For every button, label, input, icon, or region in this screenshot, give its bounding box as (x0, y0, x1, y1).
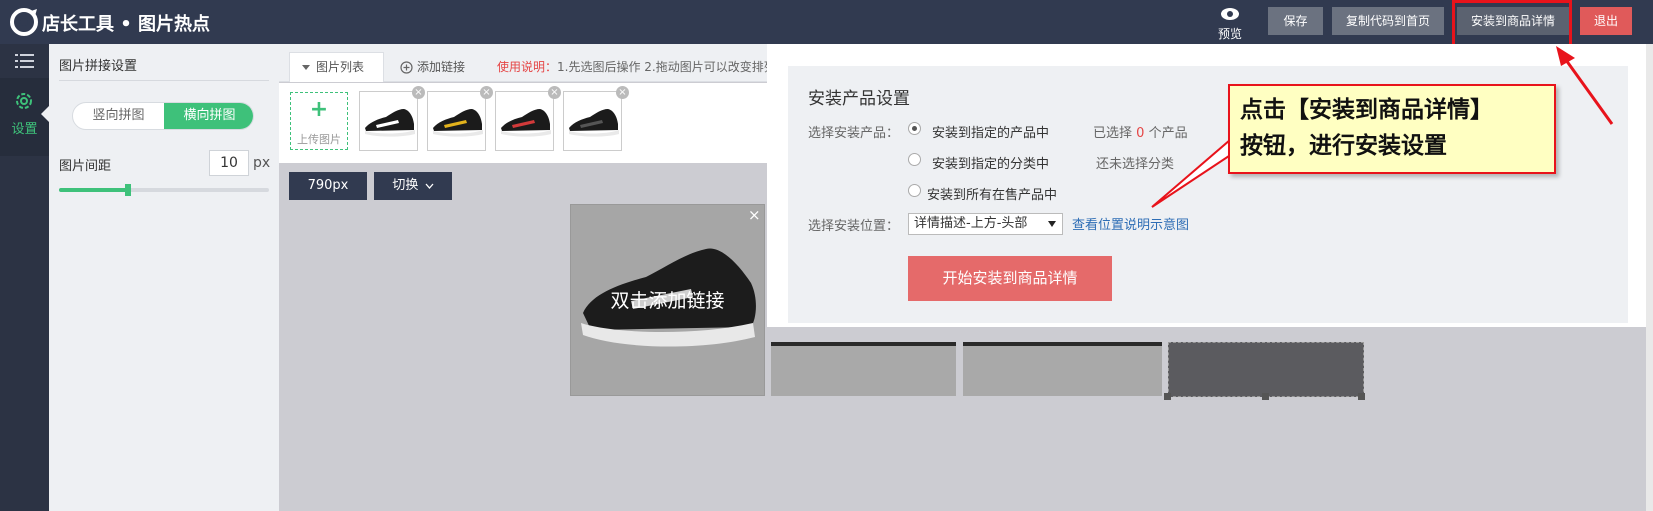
remove-thumbnail-button[interactable]: × (480, 86, 493, 99)
app-title: 店长工具 • 图片热点 (42, 14, 211, 35)
exit-button[interactable]: 退出 (1580, 7, 1632, 35)
resize-handle[interactable] (1358, 393, 1365, 400)
canvas-image-4-selected[interactable] (1168, 342, 1364, 397)
thumbnail-shoe-black-red[interactable] (495, 91, 554, 151)
tab-image-list[interactable]: 图片列表 (289, 52, 384, 82)
resize-handle[interactable] (1262, 393, 1269, 400)
plus-icon: + (309, 97, 329, 122)
save-button[interactable]: 保存 (1268, 7, 1323, 35)
sneaker-thumbnail (365, 109, 415, 137)
copy-code-button[interactable]: 复制代码到首页 (1332, 7, 1444, 35)
image-close-button[interactable]: × (748, 206, 761, 224)
radio-products[interactable] (908, 122, 921, 135)
tab-image-list-label: 图片列表 (316, 60, 365, 74)
upload-image-button[interactable]: + 上传图片 (290, 92, 348, 150)
divider (59, 80, 269, 81)
layout-mode-toggle: 竖向拼图 横向拼图 (72, 102, 254, 130)
preview-button[interactable]: 预览 (1210, 5, 1250, 41)
gap-label: 图片间距 (59, 159, 112, 174)
remove-thumbnail-button[interactable]: × (548, 86, 561, 99)
position-select[interactable]: 详情描述-上方-头部 (908, 213, 1063, 235)
app-logo-icon (9, 7, 39, 37)
thumbnail-shoe-black-dark[interactable] (563, 91, 622, 151)
callout-text: 点击【安装到商品详情】 按钮，进行安装设置 (1240, 92, 1550, 164)
start-install-button[interactable]: 开始安装到商品详情 (908, 256, 1112, 301)
chevron-down-icon (425, 183, 434, 189)
install-button-highlight (1452, 0, 1572, 48)
selected-suffix: 个产品 (1148, 126, 1188, 141)
selected-products-count: 已选择 0 个产品 (1093, 122, 1188, 141)
vertical-mode-option[interactable]: 竖向拼图 (73, 103, 164, 129)
radio-all-products[interactable] (908, 184, 921, 197)
list-menu-button[interactable] (0, 44, 49, 78)
canvas-image-3[interactable] (963, 342, 1162, 396)
usage-text: 1.先选图后操作 2.拖动图片可以改变排列 (557, 60, 776, 74)
option-all-products[interactable]: 安装到所有在售产品中 (927, 184, 1057, 203)
product-select-label: 选择安装产品： (808, 126, 900, 141)
gap-unit: px (253, 155, 271, 171)
install-settings-title: 安装产品设置 (808, 89, 910, 109)
position-help-link[interactable]: 查看位置说明示意图 (1072, 214, 1189, 233)
preview-label: 预览 (1217, 27, 1242, 41)
remove-thumbnail-button[interactable]: × (616, 86, 629, 99)
eye-icon (1221, 8, 1239, 20)
sneaker-thumbnail (569, 109, 619, 137)
radio-category[interactable] (908, 153, 921, 166)
switch-button[interactable]: 切换 (374, 172, 452, 200)
double-click-hint: 双击添加链接 (610, 290, 725, 312)
list-icon (15, 54, 34, 68)
option-specified-products[interactable]: 安装到指定的产品中 (932, 122, 1049, 141)
thumbnail-shoe-black-white[interactable] (359, 91, 418, 151)
gap-slider-fill (59, 188, 128, 192)
active-pointer (41, 106, 49, 122)
plus-circle-icon (400, 61, 413, 74)
upload-label: 上传图片 (297, 133, 341, 146)
callout-line-2: 按钮，进行安装设置 (1240, 133, 1447, 159)
usage-label: 使用说明： (497, 60, 558, 74)
category-status: 还未选择分类 (1096, 157, 1175, 172)
gear-icon (16, 93, 32, 109)
gap-input[interactable] (209, 150, 249, 176)
caret-down-icon (302, 65, 310, 70)
gap-slider-handle[interactable] (125, 184, 131, 196)
tab-add-link[interactable]: 添加链接 (400, 52, 465, 82)
position-label: 选择安装位置： (808, 219, 900, 234)
tab-add-link-label: 添加链接 (417, 60, 466, 74)
horizontal-mode-option[interactable]: 横向拼图 (164, 103, 253, 129)
usage-note: 使用说明：1.先选图后操作 2.拖动图片可以改变排列 (497, 52, 776, 82)
selected-prefix: 已选择 (1093, 126, 1133, 141)
thumbnail-shoe-black-yellow[interactable] (427, 91, 486, 151)
position-value: 详情描述-上方-头部 (914, 216, 1028, 231)
remove-thumbnail-button[interactable]: × (412, 86, 425, 99)
scrollbar[interactable] (1646, 44, 1653, 511)
option-specified-category[interactable]: 安装到指定的分类中 (932, 153, 1049, 172)
switch-label: 切换 (392, 178, 419, 193)
resize-handle[interactable] (1164, 393, 1171, 400)
sneaker-thumbnail (501, 109, 551, 137)
selected-count: 0 (1136, 126, 1145, 141)
canvas-width-button[interactable]: 790px (289, 172, 367, 200)
callout-line-1: 点击【安装到商品详情】 (1240, 97, 1493, 123)
sneaker-thumbnail (433, 109, 483, 137)
canvas-image-2[interactable] (771, 342, 956, 396)
panel-title: 图片拼接设置 (59, 59, 138, 74)
dropdown-arrow-icon (1048, 221, 1056, 227)
